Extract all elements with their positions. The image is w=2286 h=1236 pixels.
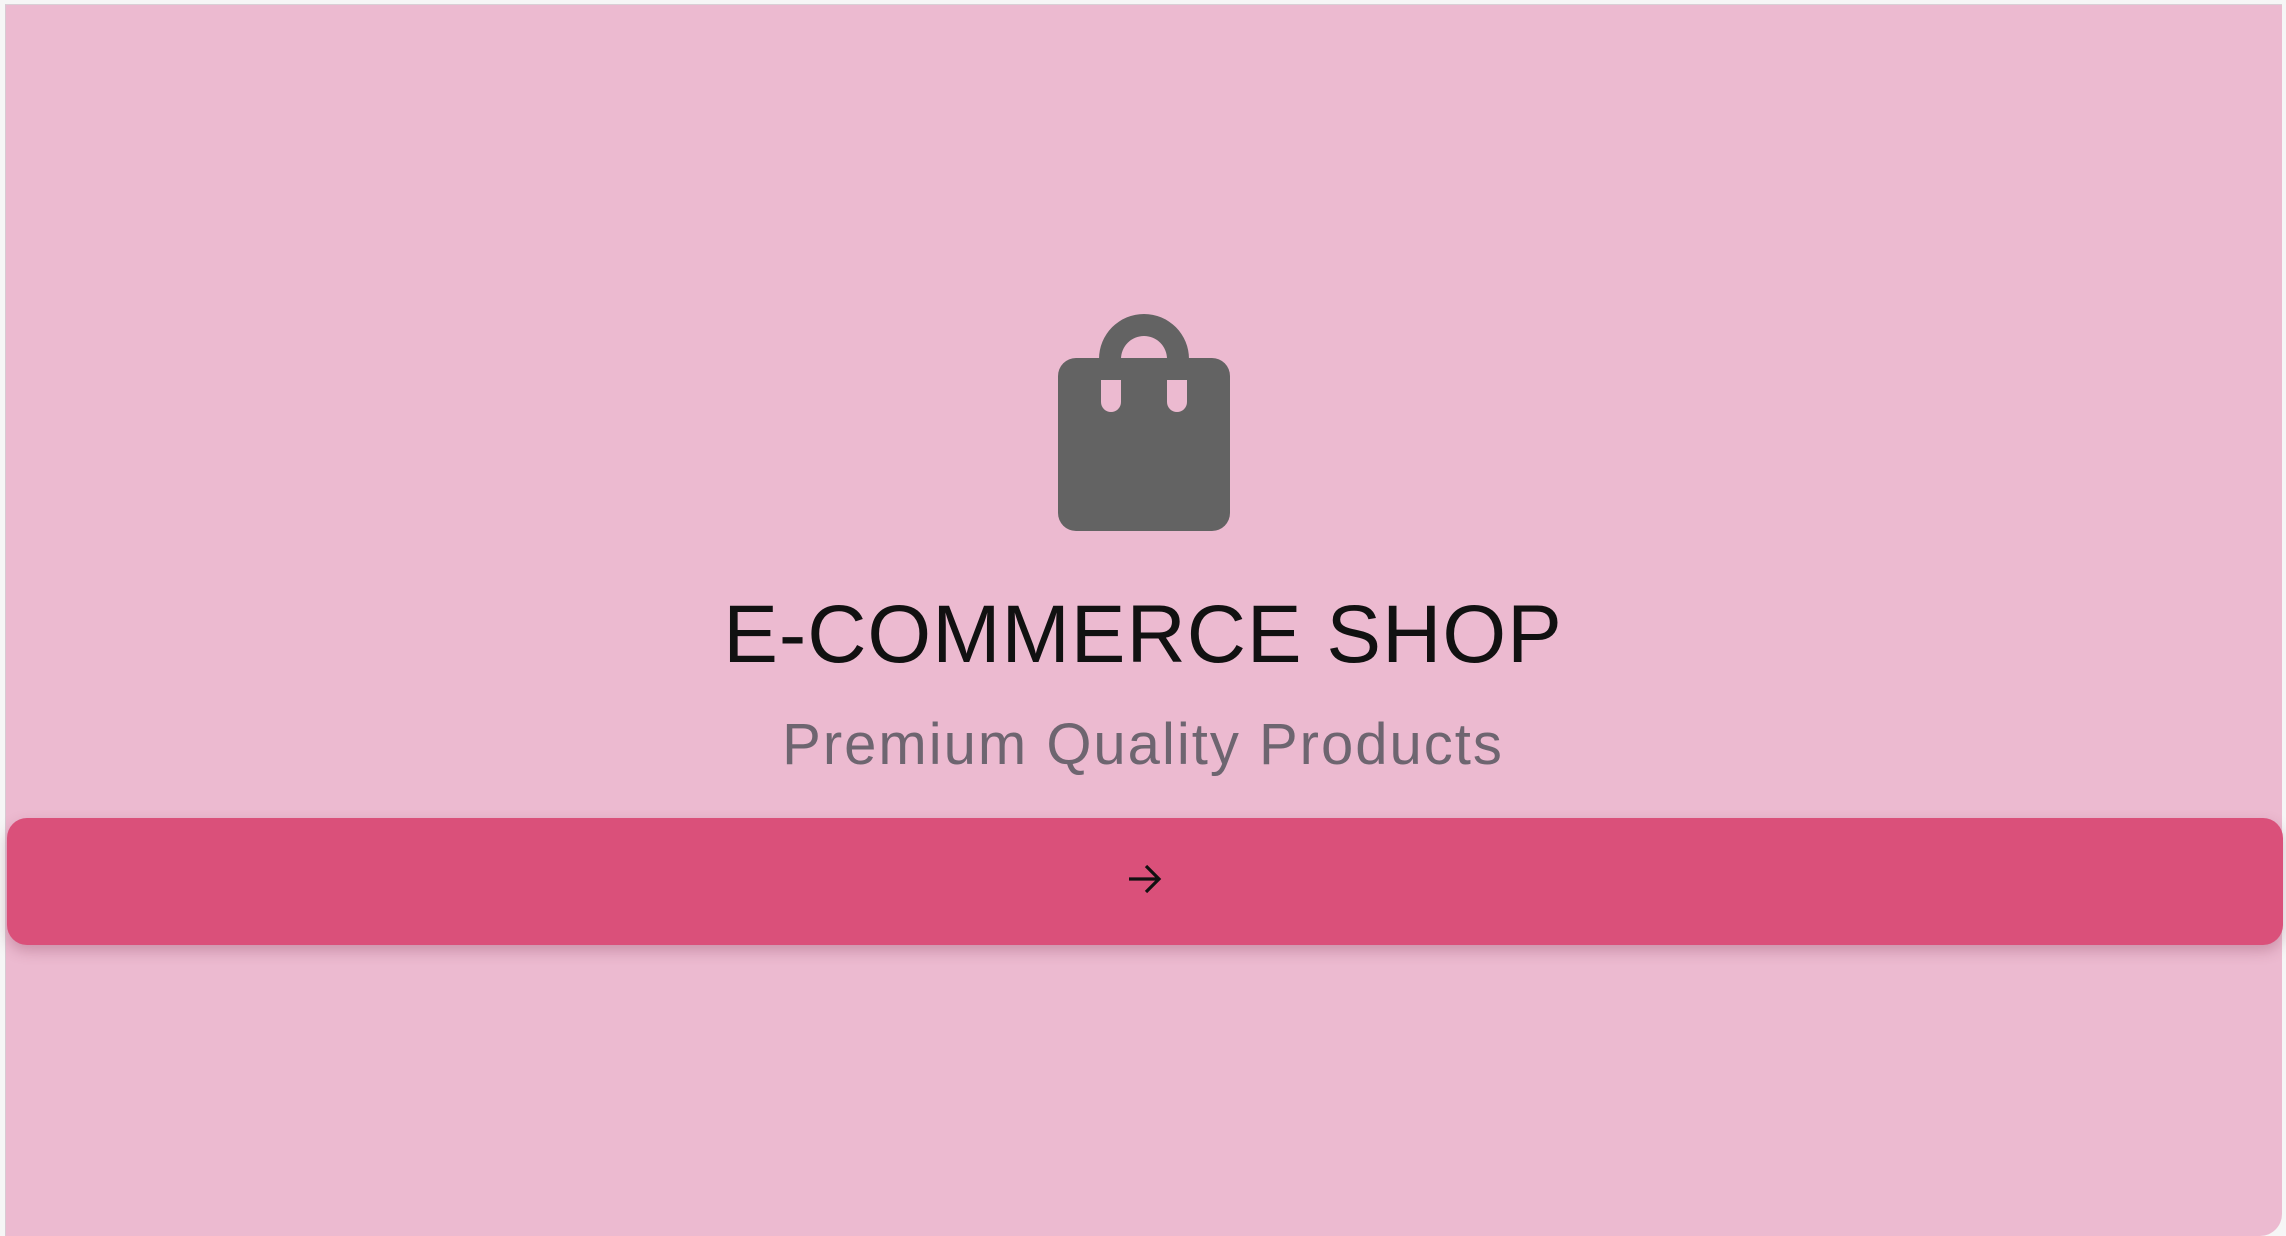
arrow-right-icon: [1125, 859, 1165, 904]
app-subtitle: Premium Quality Products: [782, 712, 1504, 777]
shopping-bag-icon: [1055, 311, 1233, 534]
continue-button[interactable]: [7, 818, 2283, 945]
app-title: E-COMMERCE SHOP: [723, 589, 1563, 680]
window-frame: E-COMMERCE SHOP Premium Quality Products: [0, 0, 2286, 1236]
